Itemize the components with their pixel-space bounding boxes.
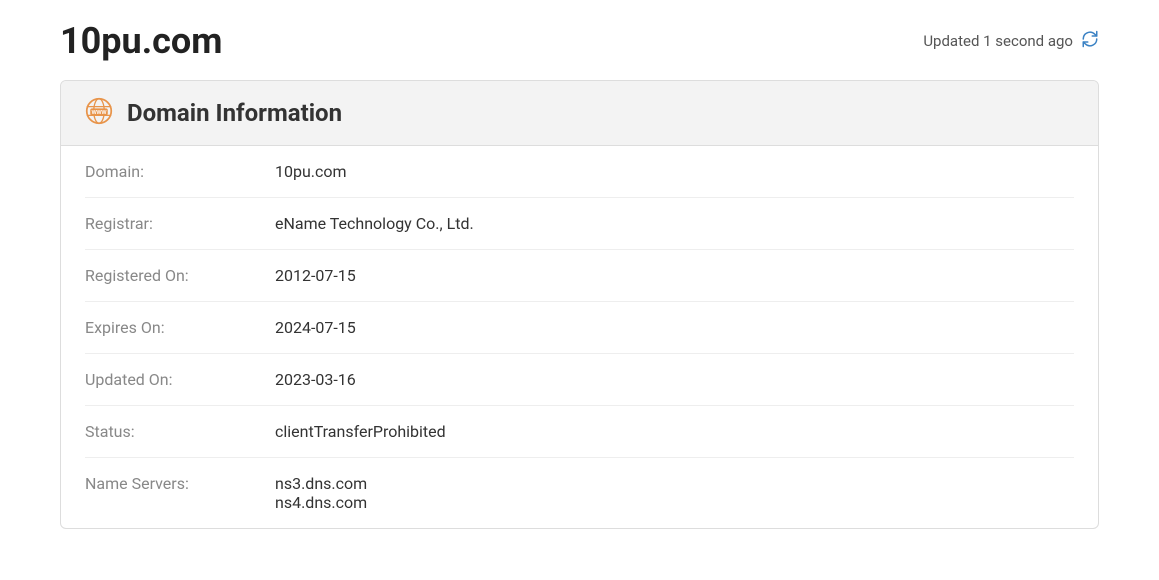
svg-text:WWW: WWW (92, 110, 107, 116)
table-row: Status: clientTransferProhibited (85, 406, 1074, 458)
row-value: eName Technology Co., Ltd. (275, 214, 474, 233)
info-table: Domain: 10pu.com Registrar: eName Techno… (61, 146, 1098, 528)
row-label: Name Servers: (85, 474, 275, 512)
row-label: Expires On: (85, 318, 275, 337)
refresh-icon[interactable] (1081, 30, 1099, 52)
row-label: Registered On: (85, 266, 275, 285)
panel-title: Domain Information (127, 99, 342, 127)
row-value: 10pu.com (275, 162, 347, 181)
row-value: 2024-07-15 (275, 318, 356, 337)
panel-header: WWW Domain Information (61, 81, 1098, 146)
table-row: Registrar: eName Technology Co., Ltd. (85, 198, 1074, 250)
row-value: 2023-03-16 (275, 370, 356, 389)
domain-info-panel: WWW Domain Information Domain: 10pu.com … (60, 80, 1099, 529)
www-icon: WWW (85, 97, 113, 129)
row-label: Updated On: (85, 370, 275, 389)
table-row: Expires On: 2024-07-15 (85, 302, 1074, 354)
table-row: Registered On: 2012-07-15 (85, 250, 1074, 302)
table-row: Name Servers: ns3.dns.com ns4.dns.com (85, 458, 1074, 528)
updated-status: Updated 1 second ago (923, 30, 1099, 52)
row-label: Registrar: (85, 214, 275, 233)
table-row: Domain: 10pu.com (85, 146, 1074, 198)
row-label: Domain: (85, 162, 275, 181)
row-value: clientTransferProhibited (275, 422, 446, 441)
row-value: ns3.dns.com ns4.dns.com (275, 474, 367, 512)
page-title: 10pu.com (60, 20, 222, 62)
row-value: 2012-07-15 (275, 266, 356, 285)
table-row: Updated On: 2023-03-16 (85, 354, 1074, 406)
updated-text: Updated 1 second ago (923, 32, 1073, 50)
row-label: Status: (85, 422, 275, 441)
